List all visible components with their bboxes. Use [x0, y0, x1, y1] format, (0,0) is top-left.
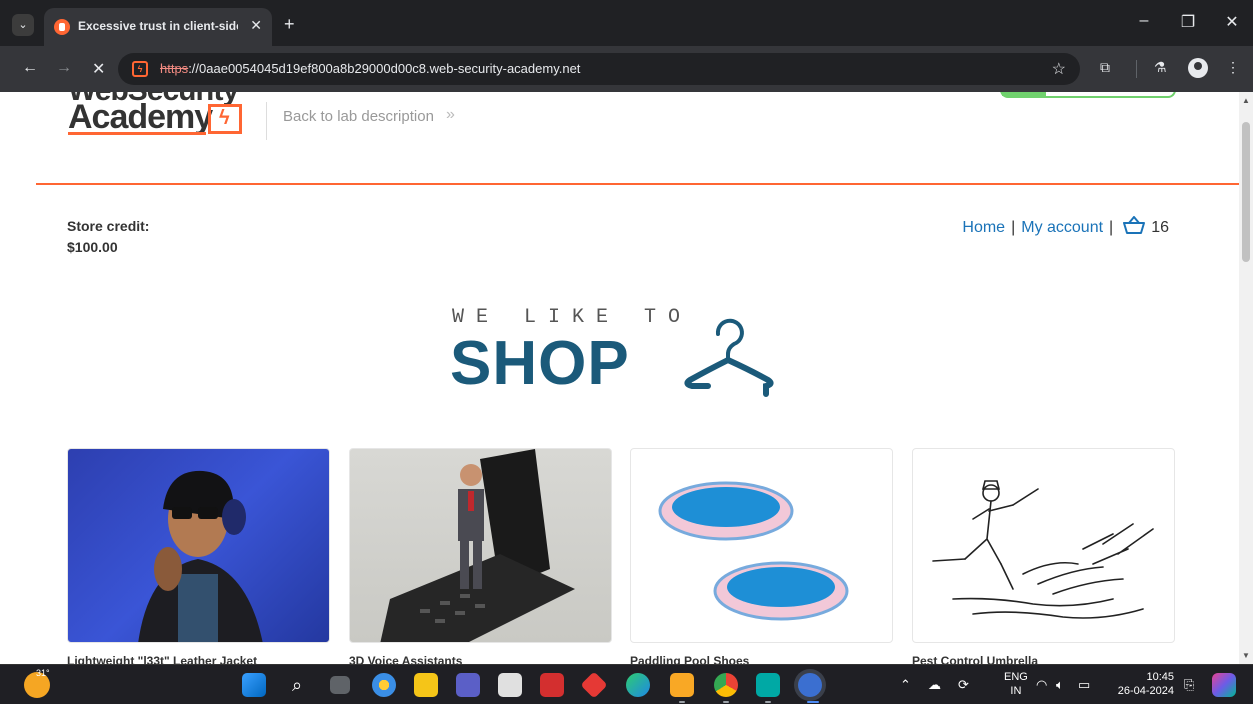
- product-name[interactable]: Paddling Pool Shoes: [630, 654, 749, 664]
- start-windows-icon[interactable]: [242, 673, 266, 697]
- product-image-voice-assistants[interactable]: [349, 448, 612, 643]
- chrome-icon[interactable]: [714, 673, 738, 697]
- running-indicator: [723, 701, 729, 703]
- chrome-active-icon[interactable]: [798, 673, 822, 697]
- labs-flask-icon[interactable]: ⚗: [1154, 59, 1167, 76]
- double-chevron-icon: »: [446, 106, 455, 123]
- home-link[interactable]: Home: [962, 219, 1005, 236]
- new-tab-button[interactable]: +: [284, 14, 295, 35]
- running-indicator: [679, 701, 685, 703]
- lab-status-banner: [1000, 92, 1176, 98]
- store-icon[interactable]: [498, 673, 522, 697]
- running-indicator: [765, 701, 771, 703]
- browser-tab-bar: ⌄ Excessive trust in client-side co ✕ + …: [0, 0, 1253, 46]
- minimize-icon[interactable]: –: [1134, 12, 1154, 30]
- window-close-icon[interactable]: ✕: [1222, 12, 1242, 32]
- teams-icon[interactable]: [456, 673, 480, 697]
- help-icon[interactable]: [372, 673, 396, 697]
- url-scheme: https: [160, 61, 189, 76]
- product-image-leather-jacket[interactable]: [67, 448, 330, 643]
- tray-chevron-up-icon[interactable]: ⌃: [900, 677, 911, 693]
- language-code: ENG: [1004, 671, 1028, 683]
- weather-temperature: 31°: [36, 668, 50, 678]
- tab-close-icon[interactable]: ✕: [250, 17, 262, 34]
- product-image-pest-control-umbrella[interactable]: [912, 448, 1175, 643]
- lab-status-fill: [1002, 92, 1046, 96]
- region-code: IN: [1010, 685, 1022, 697]
- clock-time: 10:45: [1146, 671, 1174, 683]
- browser-toolbar: ← → ✕ ϟ https://0aae0054045d19ef800a8b29…: [0, 46, 1253, 92]
- browser-menu-icon[interactable]: ⋮: [1226, 59, 1240, 76]
- anydesk-icon[interactable]: [580, 671, 608, 699]
- nav-separator: |: [1011, 219, 1016, 236]
- cart-basket-icon[interactable]: [1123, 216, 1146, 239]
- task-view-icon[interactable]: [330, 676, 350, 694]
- logo-bolt-icon: [208, 104, 242, 134]
- burp-suite-icon[interactable]: [756, 673, 780, 697]
- product-image-paddling-pool-shoes[interactable]: [630, 448, 893, 643]
- stop-loading-icon[interactable]: ✕: [92, 59, 105, 79]
- scroll-thumb[interactable]: [1242, 122, 1250, 262]
- wifi-icon[interactable]: ◠: [1036, 677, 1047, 693]
- notification-icon[interactable]: ⎘: [1184, 677, 1194, 693]
- coat-hanger-icon: [684, 318, 774, 397]
- volume-muted-icon[interactable]: 🔈︎: [1056, 677, 1064, 693]
- address-bar[interactable]: ϟ https://0aae0054045d19ef800a8b29000d00…: [118, 53, 1080, 85]
- page-scrollbar[interactable]: ▲ ▼: [1239, 92, 1253, 664]
- site-favicon-icon: [54, 19, 70, 35]
- hero-tagline: WE LIKE TO: [452, 306, 693, 329]
- hero-shop-word: SHOP: [450, 329, 630, 398]
- sync-icon[interactable]: ⟳: [958, 677, 969, 693]
- mcafee-icon[interactable]: [540, 673, 564, 697]
- cart-count[interactable]: 16: [1151, 219, 1169, 236]
- header-orange-rule: [36, 183, 1239, 185]
- my-account-link[interactable]: My account: [1021, 219, 1103, 236]
- battery-icon[interactable]: ▭: [1078, 677, 1090, 693]
- windows-taskbar: 31° ⌕ ⌃ ☁ ⟳ ENG IN ◠ 🔈︎ ▭ 10:45 26-04-20…: [0, 664, 1253, 704]
- url-text[interactable]: https://0aae0054045d19ef800a8b29000d00c8…: [160, 61, 580, 76]
- file-explorer-icon[interactable]: [414, 673, 438, 697]
- clock-date: 26-04-2024: [1117, 685, 1174, 697]
- logo-underline: [68, 132, 206, 135]
- extensions-icon[interactable]: ⧉: [1100, 59, 1110, 76]
- system-clock[interactable]: 10:45 26-04-2024: [1112, 670, 1174, 698]
- shop-hero-logo: WE LIKE TO SHOP: [450, 302, 810, 402]
- copilot-icon[interactable]: [1212, 673, 1236, 697]
- scroll-down-arrow-icon[interactable]: ▼: [1242, 651, 1250, 660]
- header-divider: [266, 102, 267, 140]
- profile-avatar-icon[interactable]: [1188, 58, 1208, 78]
- onedrive-cloud-icon[interactable]: ☁: [928, 677, 941, 693]
- back-arrow-icon[interactable]: ←: [22, 59, 38, 77]
- store-credit-value: $100.00: [67, 239, 118, 255]
- back-to-lab-link[interactable]: Back to lab description: [283, 108, 434, 125]
- bookmark-star-icon[interactable]: ☆: [1052, 59, 1066, 79]
- edge-icon[interactable]: [626, 673, 650, 697]
- photos-app-icon[interactable]: [670, 673, 694, 697]
- site-info-icon[interactable]: ϟ: [132, 61, 148, 77]
- tab-search-button[interactable]: ⌄: [12, 14, 34, 36]
- forward-arrow-icon[interactable]: →: [56, 59, 72, 77]
- top-navigation: Home | My account | 16: [962, 216, 1169, 239]
- page-viewport: WebSecurity Academy Back to lab descript…: [0, 92, 1239, 664]
- product-name[interactable]: Pest Control Umbrella: [912, 654, 1038, 664]
- nav-separator: |: [1109, 219, 1114, 236]
- restore-icon[interactable]: ❐: [1178, 12, 1198, 32]
- url-host: ://0aae0054045d19ef800a8b29000d00c8.web-…: [188, 61, 581, 76]
- search-icon[interactable]: ⌕: [285, 673, 309, 697]
- product-name[interactable]: 3D Voice Assistants: [349, 654, 462, 664]
- scroll-up-arrow-icon[interactable]: ▲: [1242, 96, 1250, 105]
- active-app-indicator: [807, 701, 819, 703]
- toolbar-divider: [1136, 60, 1137, 78]
- language-indicator[interactable]: ENG IN: [1004, 670, 1028, 698]
- browser-tab-active[interactable]: Excessive trust in client-side co ✕: [44, 8, 272, 46]
- product-name[interactable]: Lightweight "l33t" Leather Jacket: [67, 654, 257, 664]
- store-credit-label: Store credit:: [67, 218, 150, 234]
- tab-title: Excessive trust in client-side co: [78, 19, 238, 33]
